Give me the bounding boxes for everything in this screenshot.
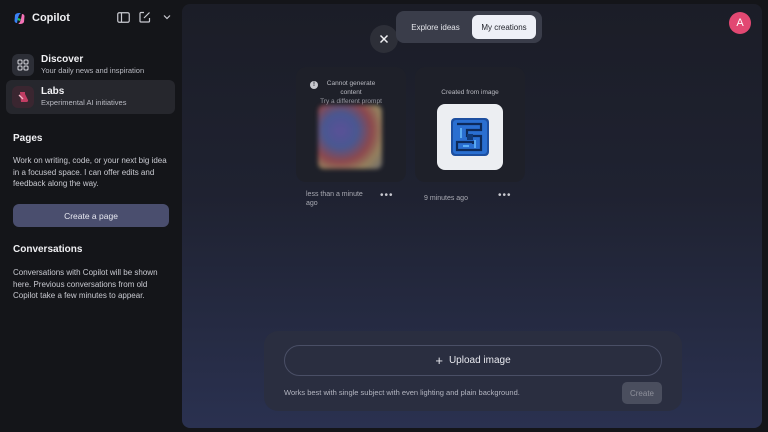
sidebar-item-discover[interactable]: Discover Your daily news and inspiration — [6, 48, 175, 82]
create-button[interactable]: Create — [622, 382, 662, 404]
close-icon — [379, 34, 389, 44]
blurred-thumbnail — [318, 105, 382, 169]
creation-card[interactable]: Created from image — [415, 67, 525, 182]
main-panel: Explore ideas My creations A ! Cannot ge… — [182, 4, 762, 428]
status-title: Created from image — [441, 89, 499, 96]
sidebar-toggle-icon[interactable] — [116, 10, 130, 24]
more-options-icon[interactable]: ••• — [380, 190, 394, 201]
tab-explore-ideas[interactable]: Explore ideas — [399, 15, 472, 39]
tab-my-creations[interactable]: My creations — [472, 15, 536, 39]
creation-time: 9 minutes ago — [424, 195, 468, 202]
upload-label: Upload image — [448, 355, 511, 366]
view-tabs: Explore ideas My creations — [396, 11, 542, 43]
create-page-button[interactable]: Create a page — [13, 204, 169, 227]
sidebar-item-labs[interactable]: Labs Experimental AI initiatives — [6, 80, 175, 114]
maze-cube-icon — [451, 118, 489, 156]
nav-subtitle: Your daily news and inspiration — [41, 66, 145, 75]
status-title: Cannot generate content — [326, 80, 376, 96]
pages-description: Work on writing, code, or your next big … — [13, 156, 167, 188]
avatar[interactable]: A — [729, 12, 751, 34]
app-name: Copilot — [32, 12, 70, 24]
copilot-logo-icon — [13, 12, 26, 25]
creation-thumbnail — [437, 104, 503, 170]
nav-title: Discover — [41, 54, 84, 65]
upload-panel: + Upload image Works best with single su… — [264, 331, 682, 411]
more-options-icon[interactable]: ••• — [498, 190, 512, 201]
pages-heading: Pages — [13, 133, 43, 144]
grid-icon — [12, 54, 34, 76]
nav-title: Labs — [41, 86, 65, 97]
creation-card[interactable]: ! Cannot generate content Try a differen… — [296, 67, 406, 182]
creation-time: less than a minute ago — [306, 191, 363, 207]
conversations-description: Conversations with Copilot will be shown… — [13, 268, 158, 300]
close-button[interactable] — [370, 25, 398, 53]
new-chat-icon[interactable] — [138, 10, 152, 24]
nav-subtitle: Experimental AI initiatives — [41, 98, 127, 107]
brand[interactable]: Copilot — [13, 10, 70, 26]
conversations-heading: Conversations — [13, 244, 83, 255]
chevron-down-icon[interactable] — [160, 10, 174, 24]
upload-hint: Works best with single subject with even… — [284, 388, 520, 397]
sidebar: Copilot Discover Your daily news and ins… — [0, 0, 182, 432]
upload-image-button[interactable]: + Upload image — [284, 345, 662, 376]
flask-icon — [12, 86, 34, 108]
plus-icon: + — [435, 352, 443, 368]
